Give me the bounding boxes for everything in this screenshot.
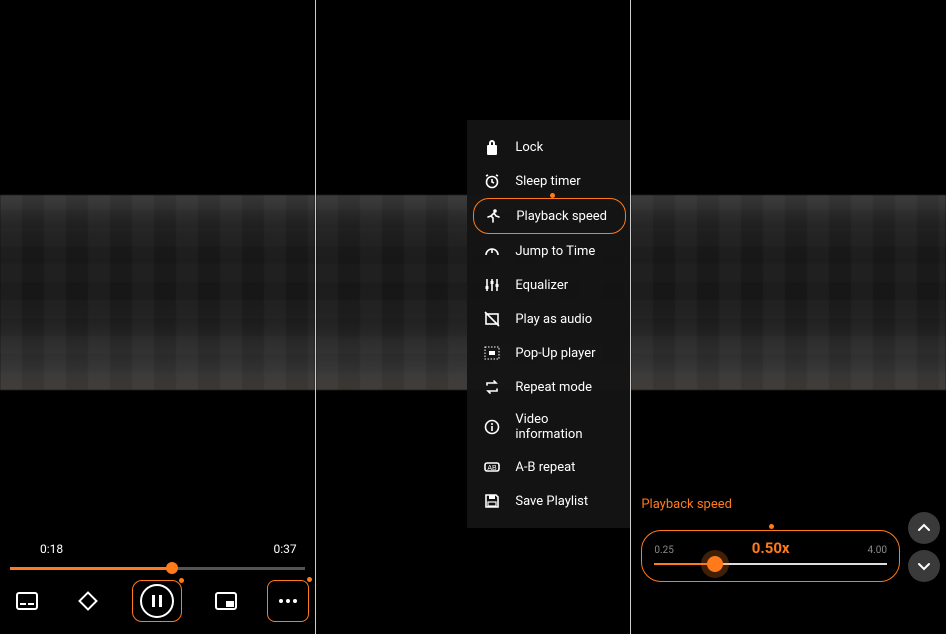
menu-label: Pop-Up player (515, 346, 595, 361)
speed-slider[interactable] (654, 563, 887, 565)
speed-down-button[interactable] (908, 550, 940, 582)
menu-label: Repeat mode (515, 380, 592, 395)
save-icon (483, 492, 501, 510)
pip-icon (215, 592, 237, 610)
video-canvas[interactable] (631, 195, 946, 390)
menu-label: A-B repeat (515, 460, 575, 475)
player-screen: 0:18 0:37 (0, 0, 315, 634)
chevron-up-icon (917, 521, 931, 535)
run-icon (484, 207, 502, 225)
pause-icon (140, 584, 174, 618)
pip-button[interactable] (209, 584, 243, 618)
menu-label: Play as audio (515, 312, 592, 327)
ab-repeat-icon: AB (483, 458, 501, 476)
seek-bar[interactable] (10, 567, 305, 570)
speed-arrows (908, 512, 940, 582)
menu-item-popup-player[interactable]: Pop-Up player (467, 336, 630, 370)
menu-label: Video information (515, 412, 616, 442)
repeat-icon (483, 378, 501, 396)
svg-text:AB: AB (488, 465, 498, 472)
seek-fill (10, 567, 172, 570)
menu-item-jump-to-time[interactable]: Jump to Time (467, 234, 630, 268)
current-time: 0:18 (40, 542, 63, 556)
jump-icon (483, 242, 501, 260)
seek-thumb[interactable] (166, 562, 178, 574)
menu-item-playback-speed[interactable]: Playback speed (473, 198, 626, 234)
popup-icon (483, 344, 501, 362)
speed-control: 0.25 0.50x 4.00 (641, 530, 900, 582)
speed-up-button[interactable] (908, 512, 940, 544)
alarm-icon (483, 172, 501, 190)
lock-icon (483, 138, 501, 156)
menu-label: Playback speed (516, 209, 607, 224)
chevron-down-icon (917, 559, 931, 573)
menu-item-ab-repeat[interactable]: AB A-B repeat (467, 450, 630, 484)
video-canvas[interactable] (0, 195, 315, 390)
subtitles-icon (16, 592, 38, 610)
menu-item-equalizer[interactable]: Equalizer (467, 268, 630, 302)
menu-item-lock[interactable]: Lock (467, 130, 630, 164)
player-menu-screen: Lock Sleep timer Playback speed Jump t (316, 0, 631, 634)
menu-item-play-as-audio[interactable]: Play as audio (467, 302, 630, 336)
audio-only-icon (483, 310, 501, 328)
total-time: 0:37 (274, 542, 297, 556)
speed-fill (654, 563, 714, 565)
speed-title: Playback speed (641, 497, 900, 512)
pause-button[interactable] (132, 580, 182, 622)
menu-label: Sleep timer (515, 174, 580, 189)
speed-panel: Playback speed 0.25 0.50x 4.00 (641, 497, 900, 582)
info-icon (483, 418, 501, 436)
rotate-icon (78, 591, 98, 611)
subtitles-button[interactable] (10, 584, 44, 618)
speed-min: 0.25 (654, 545, 674, 556)
time-bar: 0:18 0:37 (40, 542, 297, 556)
player-controls (10, 580, 305, 622)
menu-label: Save Playlist (515, 494, 588, 509)
menu-item-sleep-timer[interactable]: Sleep timer (467, 164, 630, 198)
menu-label: Equalizer (515, 278, 568, 293)
menu-label: Jump to Time (515, 244, 595, 259)
options-menu: Lock Sleep timer Playback speed Jump t (467, 120, 630, 528)
speed-value: 0.50x (752, 539, 790, 557)
playback-speed-screen: Playback speed 0.25 0.50x 4.00 (631, 0, 946, 634)
menu-item-save-playlist[interactable]: Save Playlist (467, 484, 630, 518)
rotate-button[interactable] (71, 584, 105, 618)
menu-item-repeat-mode[interactable]: Repeat mode (467, 370, 630, 404)
more-button[interactable] (271, 584, 305, 618)
speed-max: 4.00 (868, 545, 888, 556)
equalizer-icon (483, 276, 501, 294)
menu-item-video-info[interactable]: Video information (467, 404, 630, 450)
menu-label: Lock (515, 140, 543, 155)
speed-thumb[interactable] (707, 556, 723, 572)
